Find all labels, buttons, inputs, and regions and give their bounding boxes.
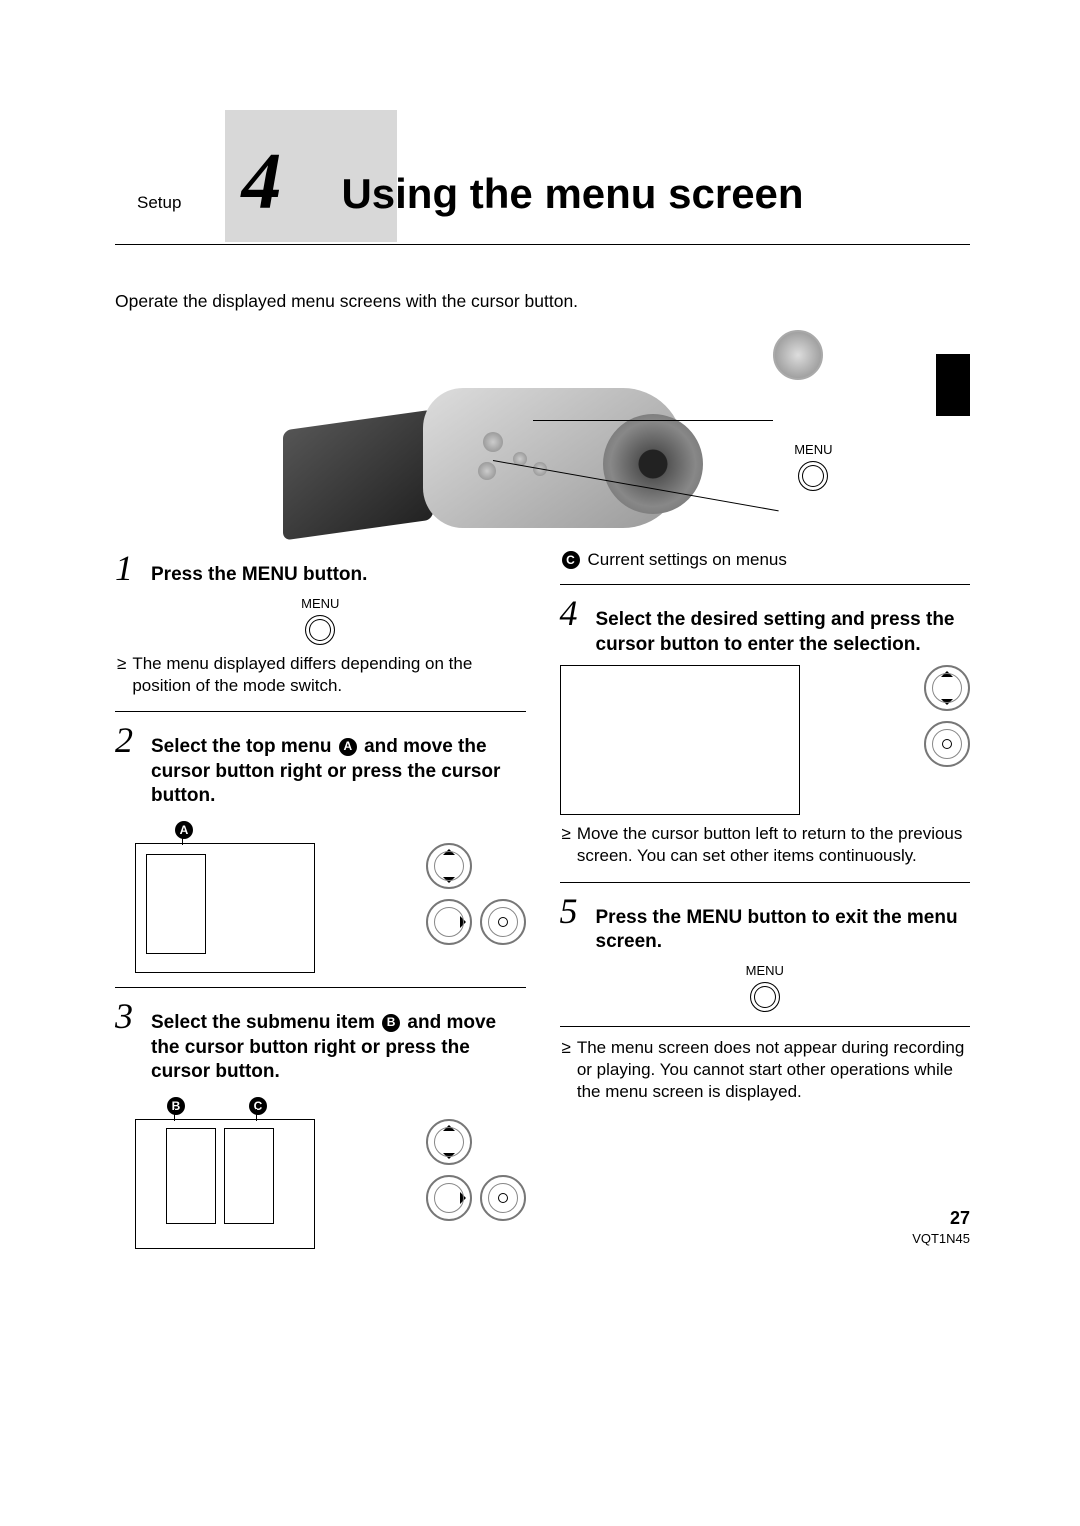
document-id: VQT1N45: [912, 1231, 970, 1246]
step-title: Select the top menu A and move the curso…: [151, 735, 526, 809]
step-title: Select the desired setting and press the…: [596, 608, 971, 657]
chapter-header: Setup 4 Using the menu screen: [115, 140, 970, 245]
cursor-enter-icon: [480, 1175, 526, 1221]
step-number: 1: [115, 550, 139, 586]
label-a-icon: A: [175, 821, 193, 839]
step-title: Press the MENU button.: [151, 563, 367, 588]
page-side-tab: [936, 354, 970, 416]
step-number: 2: [115, 722, 139, 758]
menu-button-callout: MENU: [794, 390, 832, 491]
cursor-enter-icon: [924, 721, 970, 767]
cursor-right-icon: [426, 899, 472, 945]
label-b-icon: B: [167, 1097, 185, 1115]
menu-label: MENU: [794, 442, 832, 457]
menu-button-icon: [305, 615, 335, 645]
bullet-icon: ≥: [562, 823, 571, 867]
step-divider: [115, 711, 526, 712]
left-column: 1 Press the MENU button. MENU ≥ The menu…: [115, 550, 526, 1255]
step-3-diagram: [135, 1119, 526, 1249]
cursor-up-down-icon: [924, 665, 970, 711]
camera-illustration: MENU: [253, 320, 833, 540]
intro-text: Operate the displayed menu screens with …: [115, 291, 970, 312]
cursor-enter-icon: [480, 899, 526, 945]
step-divider: [115, 987, 526, 988]
cursor-up-down-icon: [426, 1119, 472, 1165]
menu-button-icon: [798, 461, 828, 491]
step-4-diagram: [560, 665, 971, 815]
menu-button-icon: [750, 982, 780, 1012]
cursor-up-down-icon: [426, 843, 472, 889]
step-title: Press the MENU button to exit the menu s…: [596, 906, 971, 955]
page-number: 27: [912, 1208, 970, 1229]
chapter-number: 4: [241, 142, 281, 222]
label-c-description: C Current settings on menus: [560, 550, 971, 570]
right-column: C Current settings on menus 4 Select the…: [560, 550, 971, 1255]
step-2-diagram: [135, 843, 526, 973]
label-c-icon: C: [562, 551, 580, 569]
step-note: The menu displayed differs depending on …: [132, 653, 525, 697]
chapter-title: Using the menu screen: [341, 140, 803, 218]
step-note: Move the cursor button left to return to…: [577, 823, 970, 867]
step-title: Select the submenu item B and move the c…: [151, 1011, 526, 1085]
label-c-icon: C: [249, 1097, 267, 1115]
menu-label: MENU: [115, 596, 526, 611]
step-note: The menu screen does not appear during r…: [577, 1037, 970, 1103]
cursor-right-icon: [426, 1175, 472, 1221]
step-divider: [560, 1026, 971, 1027]
step-2: 2 Select the top menu A and move the cur…: [115, 722, 526, 973]
step-5: 5 Press the MENU button to exit the menu…: [560, 893, 971, 1012]
step-1: 1 Press the MENU button. MENU ≥ The menu…: [115, 550, 526, 697]
bullet-icon: ≥: [117, 653, 126, 697]
step-number: 4: [560, 595, 584, 631]
menu-button-diagram: MENU: [115, 596, 526, 645]
step-number: 5: [560, 893, 584, 929]
step-4: 4 Select the desired setting and press t…: [560, 595, 971, 868]
label-a-icon: A: [339, 738, 357, 756]
step-divider: [560, 584, 971, 585]
page-footer: 27 VQT1N45: [912, 1208, 970, 1246]
label-b-icon: B: [382, 1014, 400, 1032]
section-label: Setup: [137, 149, 181, 213]
step-number: 3: [115, 998, 139, 1034]
step-3: 3 Select the submenu item B and move the…: [115, 998, 526, 1249]
cursor-button-callout: [773, 330, 823, 380]
menu-label: MENU: [560, 963, 971, 978]
header-rule: [115, 244, 970, 245]
step-divider: [560, 882, 971, 883]
bullet-icon: ≥: [562, 1037, 571, 1103]
menu-button-diagram: MENU: [560, 963, 971, 1012]
